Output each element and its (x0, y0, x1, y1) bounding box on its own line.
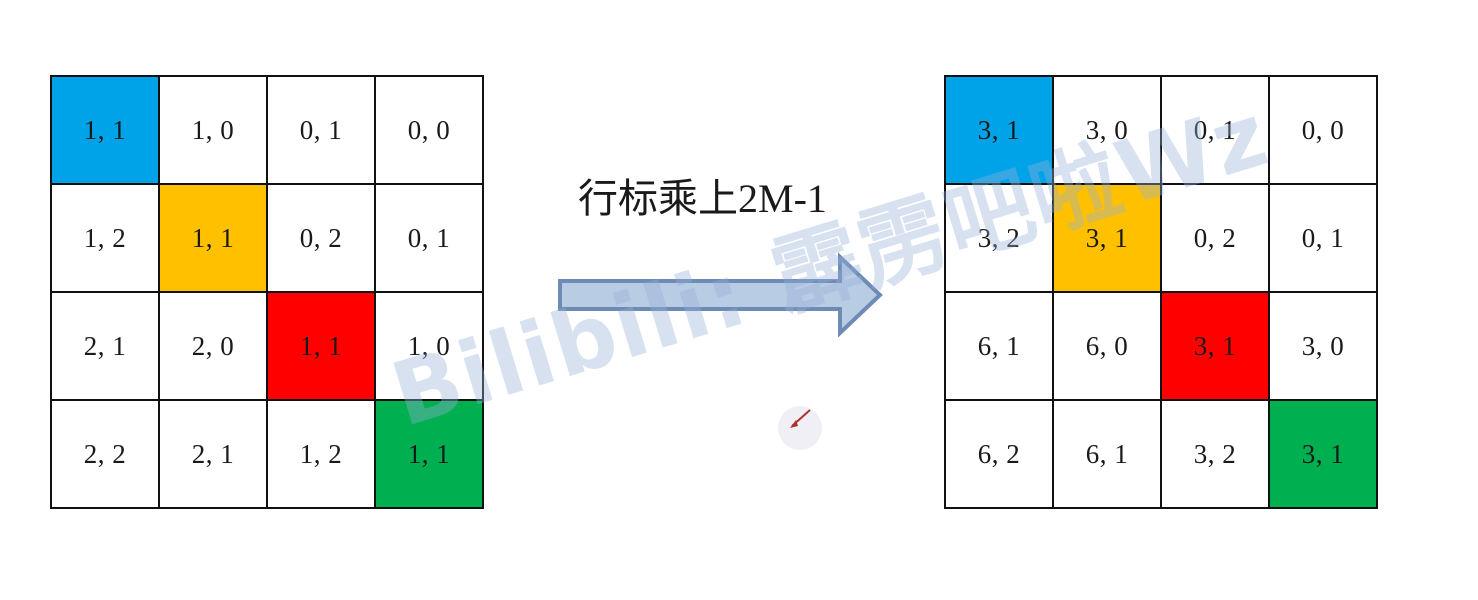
matrix-cell: 2, 1 (158, 399, 268, 509)
matrix-cell: 3, 2 (944, 183, 1054, 293)
matrix-cell-diagonal: 3, 1 (1268, 399, 1378, 509)
matrix-cell: 0, 1 (374, 183, 484, 293)
matrix-cell: 3, 2 (1160, 399, 1270, 509)
matrix-cell: 3, 0 (1268, 291, 1378, 401)
matrix-cell-diagonal: 1, 1 (50, 75, 160, 185)
matrix-cell: 6, 2 (944, 399, 1054, 509)
matrix-cell: 1, 2 (50, 183, 160, 293)
caption-formula: 2M-1 (738, 176, 827, 221)
matrix-cell-diagonal: 1, 1 (158, 183, 268, 293)
caption-text: 行标乘上 (578, 176, 738, 222)
matrix-cell-diagonal: 3, 1 (1160, 291, 1270, 401)
arrow-shape (558, 252, 883, 338)
matrix-cell: 2, 1 (50, 291, 160, 401)
matrix-cell: 1, 0 (374, 291, 484, 401)
matrix-cell: 2, 2 (50, 399, 160, 509)
matrix-cell-diagonal: 1, 1 (266, 291, 376, 401)
right-arrow-icon (558, 252, 883, 338)
matrix-cell: 6, 0 (1052, 291, 1162, 401)
matrix-cell-diagonal: 3, 1 (1052, 183, 1162, 293)
matrix-row: 6, 1 6, 0 3, 1 3, 0 (944, 291, 1378, 401)
matrix-cell-diagonal: 1, 1 (374, 399, 484, 509)
scaled-row-index-matrix: 3, 1 3, 0 0, 1 0, 0 3, 2 3, 1 0, 2 0, 1 … (944, 75, 1378, 509)
matrix-cell: 0, 1 (1160, 75, 1270, 185)
matrix-cell: 0, 2 (1160, 183, 1270, 293)
matrix-row: 3, 1 3, 0 0, 1 0, 0 (944, 75, 1378, 185)
matrix-cell: 0, 0 (374, 75, 484, 185)
matrix-cell: 6, 1 (944, 291, 1054, 401)
matrix-cell: 1, 2 (266, 399, 376, 509)
matrix-cell: 2, 0 (158, 291, 268, 401)
matrix-cell: 0, 1 (1268, 183, 1378, 293)
pointer-cursor-icon (778, 406, 822, 450)
matrix-row: 1, 1 1, 0 0, 1 0, 0 (50, 75, 484, 185)
matrix-row: 6, 2 6, 1 3, 2 3, 1 (944, 399, 1378, 509)
relative-position-index-matrix: 1, 1 1, 0 0, 1 0, 0 1, 2 1, 1 0, 2 0, 1 … (50, 75, 484, 509)
matrix-cell: 0, 0 (1268, 75, 1378, 185)
matrix-row: 3, 2 3, 1 0, 2 0, 1 (944, 183, 1378, 293)
matrix-cell: 6, 1 (1052, 399, 1162, 509)
matrix-cell-diagonal: 3, 1 (944, 75, 1054, 185)
transform-caption: 行标乘上2M-1 (578, 166, 827, 224)
matrix-row: 2, 1 2, 0 1, 1 1, 0 (50, 291, 484, 401)
matrix-cell: 1, 0 (158, 75, 268, 185)
matrix-cell: 3, 0 (1052, 75, 1162, 185)
matrix-cell: 0, 2 (266, 183, 376, 293)
matrix-row: 2, 2 2, 1 1, 2 1, 1 (50, 399, 484, 509)
matrix-cell: 0, 1 (266, 75, 376, 185)
matrix-row: 1, 2 1, 1 0, 2 0, 1 (50, 183, 484, 293)
